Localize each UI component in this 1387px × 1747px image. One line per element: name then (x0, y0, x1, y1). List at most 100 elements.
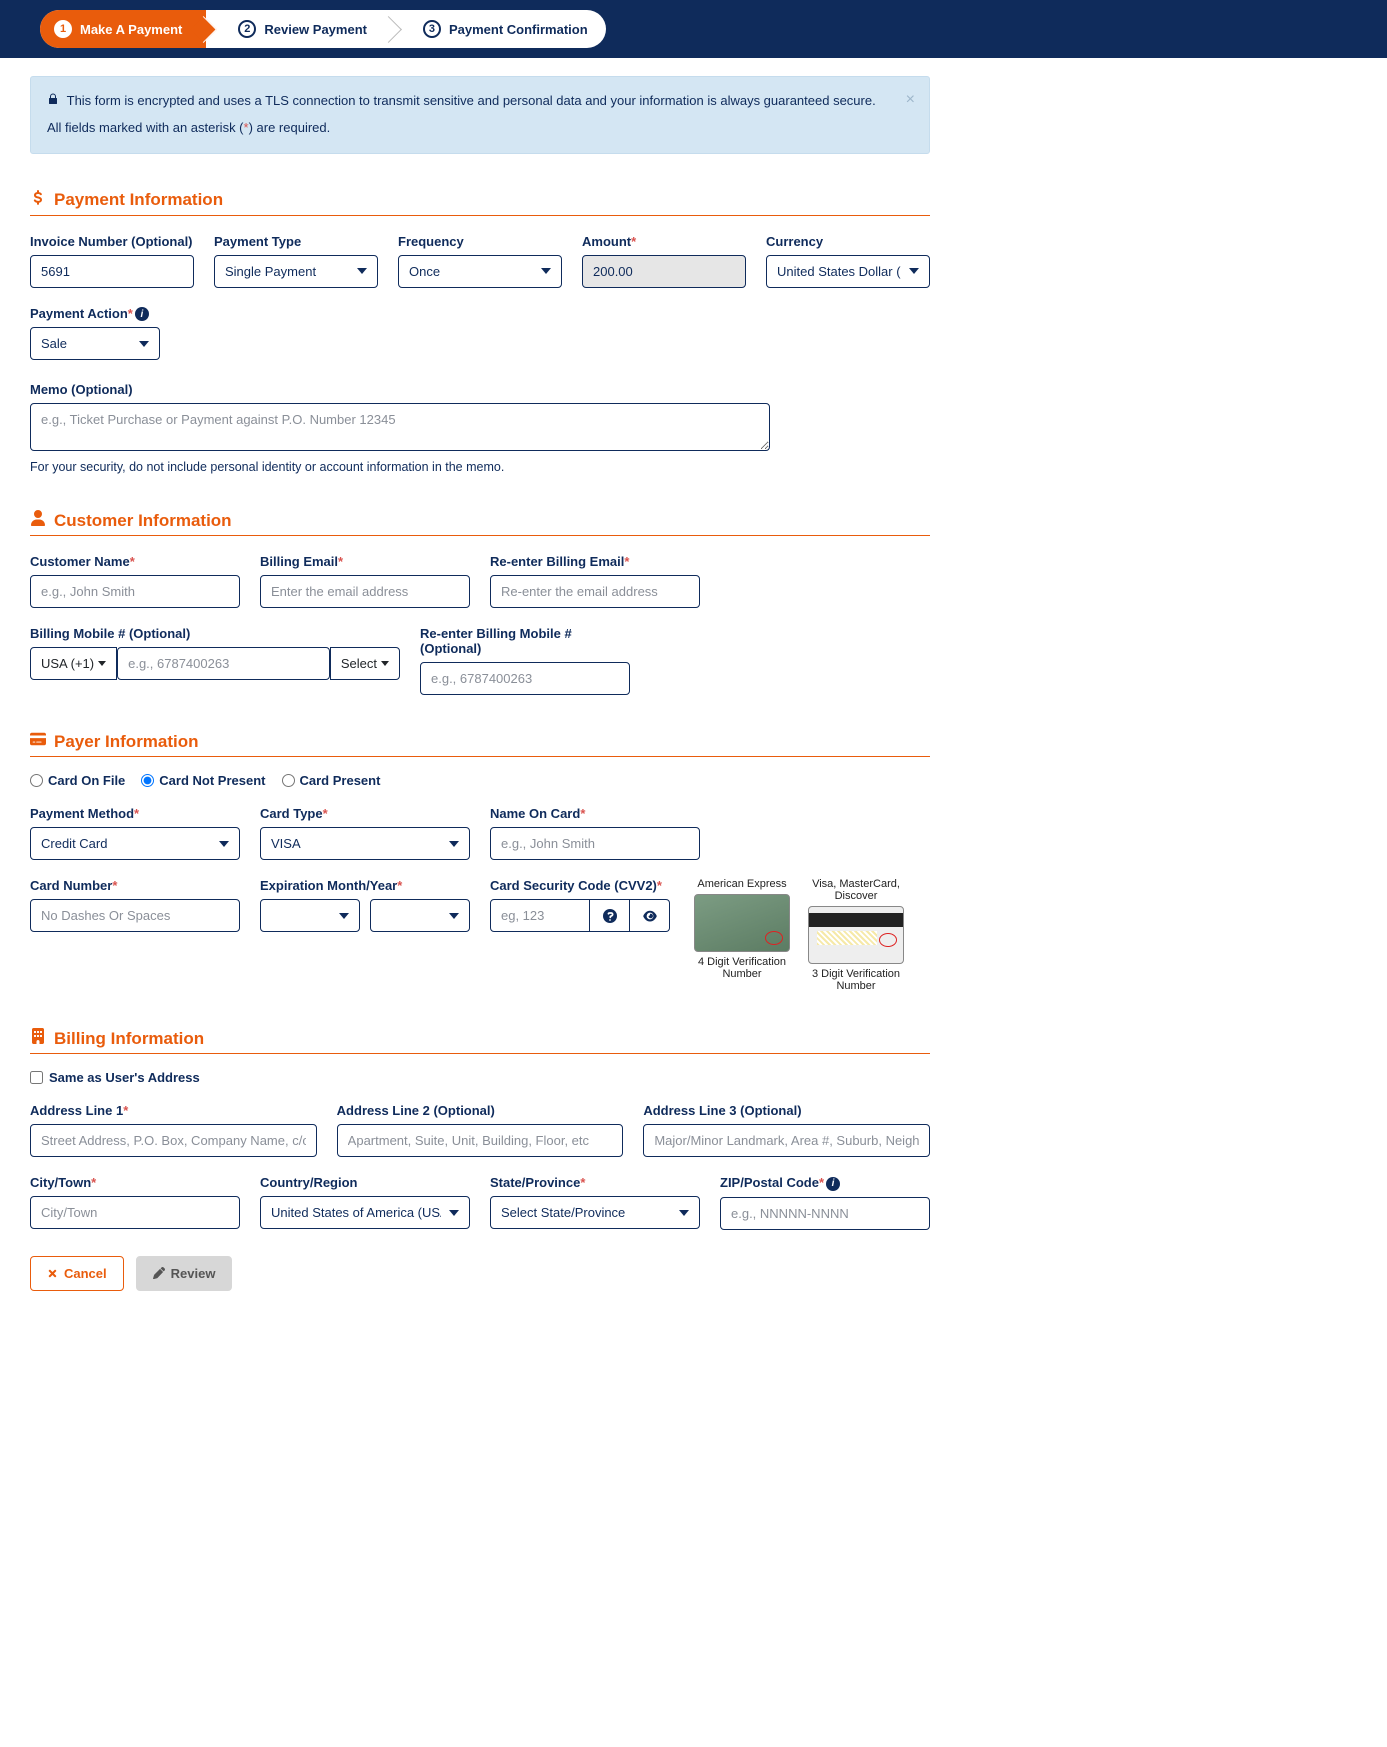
address-line-3-input[interactable] (643, 1124, 930, 1157)
address-line-1-label: Address Line 1* (30, 1103, 317, 1118)
reenter-billing-email-label: Re-enter Billing Email* (490, 554, 700, 569)
visa-title: Visa, MasterCard, Discover (808, 878, 904, 902)
step-confirmation[interactable]: 3Payment Confirmation (409, 10, 606, 48)
cvv-help-button[interactable] (590, 899, 630, 932)
step-label: Review Payment (264, 22, 367, 37)
visa-caption: 3 Digit Verification Number (808, 968, 904, 992)
card-presence-radios: Card On File Card Not Present Card Prese… (30, 773, 930, 788)
amex-card-image (694, 894, 790, 952)
amex-caption: 4 Digit Verification Number (694, 956, 790, 980)
radio-card-on-file[interactable]: Card On File (30, 773, 125, 788)
memo-hint: For your security, do not include person… (30, 460, 770, 474)
section-billing-information: Billing Information Same as User's Addre… (30, 1028, 930, 1291)
info-icon[interactable]: i (826, 1177, 840, 1191)
payment-method-select[interactable]: Credit Card (30, 827, 240, 860)
reenter-billing-mobile-label: Re-enter Billing Mobile # (Optional) (420, 626, 630, 656)
header-bar: 1Make A Payment 2Review Payment 3Payment… (0, 0, 1387, 58)
name-on-card-label: Name On Card* (490, 806, 700, 821)
review-button[interactable]: Review (136, 1256, 233, 1291)
name-on-card-input[interactable] (490, 827, 700, 860)
section-payer-information: Payer Information Card On File Card Not … (30, 731, 930, 992)
step-separator (200, 10, 224, 48)
radio-card-present[interactable]: Card Present (282, 773, 381, 788)
amount-label: Amount* (582, 234, 746, 249)
amount-input[interactable] (582, 255, 746, 288)
same-as-user-checkbox[interactable]: Same as User's Address (30, 1070, 930, 1085)
alert-text-line2-post: ) are required. (249, 120, 331, 135)
building-icon (30, 1028, 46, 1049)
mobile-type-dropdown[interactable]: Select (330, 647, 400, 680)
step-label: Payment Confirmation (449, 22, 588, 37)
pencil-icon (153, 1267, 165, 1279)
memo-label: Memo (Optional) (30, 382, 770, 397)
exp-year-select[interactable] (370, 899, 470, 932)
customer-name-input[interactable] (30, 575, 240, 608)
section-title: Customer Information (30, 510, 930, 536)
address-line-1-input[interactable] (30, 1124, 317, 1157)
address-line-3-label: Address Line 3 (Optional) (643, 1103, 930, 1118)
progress-steps: 1Make A Payment 2Review Payment 3Payment… (40, 10, 606, 48)
alert-text-line1: This form is encrypted and uses a TLS co… (67, 93, 876, 108)
reenter-billing-mobile-input[interactable] (420, 662, 630, 695)
section-title: Payment Information (30, 190, 930, 216)
country-select[interactable]: United States of America (USA) (260, 1196, 470, 1229)
section-title: Billing Information (30, 1028, 930, 1054)
card-number-label: Card Number* (30, 878, 240, 893)
expiration-label: Expiration Month/Year* (260, 878, 470, 893)
billing-mobile-input[interactable] (117, 647, 330, 680)
caret-down-icon (381, 661, 389, 666)
frequency-select[interactable]: Once (398, 255, 562, 288)
dollar-icon (30, 190, 46, 211)
invoice-number-input[interactable] (30, 255, 194, 288)
customer-name-label: Customer Name* (30, 554, 240, 569)
step-separator (385, 10, 409, 48)
currency-label: Currency (766, 234, 930, 249)
close-icon[interactable]: × (906, 87, 915, 113)
country-label: Country/Region (260, 1175, 470, 1190)
step-make-payment[interactable]: 1Make A Payment (40, 10, 200, 48)
section-title: Payer Information (30, 731, 930, 757)
billing-email-input[interactable] (260, 575, 470, 608)
radio-card-not-present[interactable]: Card Not Present (141, 773, 265, 788)
country-code-dropdown[interactable]: USA (+1) (30, 647, 117, 680)
card-type-select[interactable]: VISA (260, 827, 470, 860)
lock-icon (47, 93, 63, 108)
alert-text-line2-pre: All fields marked with an asterisk ( (47, 120, 244, 135)
zip-input[interactable] (720, 1197, 930, 1230)
currency-select[interactable]: United States Dollar (USD) (766, 255, 930, 288)
memo-textarea[interactable] (30, 403, 770, 451)
payment-action-label: Payment Action*i (30, 306, 160, 322)
state-label: State/Province* (490, 1175, 700, 1190)
cvv-input[interactable] (490, 899, 590, 932)
section-customer-information: Customer Information Customer Name* Bill… (30, 510, 930, 695)
step-review-payment[interactable]: 2Review Payment (224, 10, 385, 48)
address-line-2-input[interactable] (337, 1124, 624, 1157)
reenter-billing-email-input[interactable] (490, 575, 700, 608)
cvv-label: Card Security Code (CVV2)* (490, 878, 670, 893)
cvv-reveal-button[interactable] (630, 899, 670, 932)
zip-label: ZIP/Postal Code*i (720, 1175, 930, 1191)
info-icon[interactable]: i (135, 307, 149, 321)
security-alert: × This form is encrypted and uses a TLS … (30, 76, 930, 154)
payment-type-select[interactable]: Single Payment (214, 255, 378, 288)
state-select[interactable]: Select State/Province (490, 1196, 700, 1229)
payment-method-label: Payment Method* (30, 806, 240, 821)
amex-title: American Express (694, 878, 790, 890)
x-icon (47, 1268, 58, 1279)
card-number-input[interactable] (30, 899, 240, 932)
exp-month-select[interactable] (260, 899, 360, 932)
user-icon (30, 510, 46, 531)
caret-down-icon (98, 661, 106, 666)
section-payment-information: Payment Information Invoice Number (Opti… (30, 190, 930, 475)
step-label: Make A Payment (80, 22, 182, 37)
cancel-button[interactable]: Cancel (30, 1256, 124, 1291)
card-type-label: Card Type* (260, 806, 470, 821)
city-input[interactable] (30, 1196, 240, 1229)
frequency-label: Frequency (398, 234, 562, 249)
invoice-number-label: Invoice Number (Optional) (30, 234, 194, 249)
payment-action-select[interactable]: Sale (30, 327, 160, 360)
billing-mobile-label: Billing Mobile # (Optional) (30, 626, 400, 641)
payment-type-label: Payment Type (214, 234, 378, 249)
billing-email-label: Billing Email* (260, 554, 470, 569)
address-line-2-label: Address Line 2 (Optional) (337, 1103, 624, 1118)
